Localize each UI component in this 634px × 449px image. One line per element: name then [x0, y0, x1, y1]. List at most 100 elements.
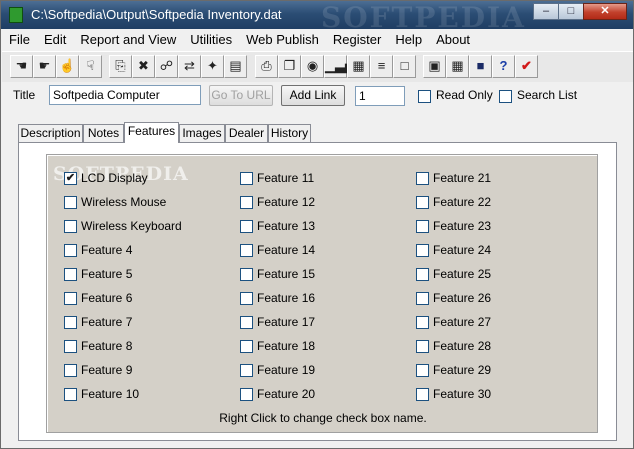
tab-dealer[interactable]: Dealer — [225, 124, 268, 142]
feature-label: Feature 8 — [81, 339, 133, 353]
read-only-checkbox[interactable] — [418, 90, 431, 103]
link-icon[interactable]: ☍ — [155, 55, 178, 78]
feature-checkbox[interactable] — [240, 196, 253, 209]
feature-label: Feature 10 — [81, 387, 140, 401]
calculator-icon[interactable]: ▣ — [423, 55, 446, 78]
feature-label: Feature 23 — [433, 219, 492, 233]
feature-checkbox[interactable] — [416, 268, 429, 281]
number-input[interactable]: 1 — [355, 86, 405, 106]
feature-checkbox[interactable] — [416, 340, 429, 353]
feature-label: Feature 4 — [81, 243, 133, 257]
feature-label: Feature 24 — [433, 243, 492, 257]
feature-checkbox[interactable] — [416, 220, 429, 233]
feature-checkbox[interactable] — [416, 316, 429, 329]
feature-checkbox[interactable] — [64, 196, 77, 209]
feature-checkbox[interactable] — [240, 172, 253, 185]
feature-checkbox[interactable]: ✔ — [64, 172, 77, 185]
calendar-icon[interactable]: ▦ — [446, 55, 469, 78]
camera-icon[interactable]: ◉ — [301, 55, 324, 78]
tab-images[interactable]: Images — [179, 124, 225, 142]
app-window: C:\Softpedia\Output\Softpedia Inventory.… — [0, 0, 634, 449]
feature-label: Feature 13 — [257, 219, 316, 233]
transfer-icon[interactable]: ⇄ — [178, 55, 201, 78]
menu-register[interactable]: Register — [326, 30, 388, 50]
hand-right-icon[interactable]: ☛ — [33, 55, 56, 78]
feature-checkbox[interactable] — [240, 316, 253, 329]
feature-label: Feature 17 — [257, 315, 316, 329]
menu-file[interactable]: File — [2, 30, 37, 50]
tab-history[interactable]: History — [268, 124, 311, 142]
feature-checkbox[interactable] — [416, 172, 429, 185]
database-icon[interactable]: ▤ — [224, 55, 247, 78]
feature-checkbox[interactable] — [240, 244, 253, 257]
feature-checkbox[interactable] — [240, 268, 253, 281]
menu-bar: File Edit Report and View Utilities Web … — [2, 30, 633, 50]
open-folder-icon[interactable]: ❐ — [278, 55, 301, 78]
feature-checkbox[interactable] — [64, 316, 77, 329]
tab-features[interactable]: Features — [124, 122, 179, 143]
bar-chart-icon[interactable]: ▁▃▅ — [324, 55, 355, 78]
feature-checkbox[interactable] — [416, 364, 429, 377]
feature-label: Feature 11 — [257, 171, 315, 185]
feature-label: Feature 7 — [81, 315, 133, 329]
read-only-label: Read Only — [436, 88, 493, 102]
feature-checkbox[interactable] — [416, 388, 429, 401]
title-bar[interactable]: C:\Softpedia\Output\Softpedia Inventory.… — [1, 1, 633, 34]
hand-up-icon[interactable]: ☝ — [56, 55, 79, 78]
menu-help[interactable]: Help — [388, 30, 429, 50]
tab-notes[interactable]: Notes — [83, 124, 124, 142]
hand-down-icon[interactable]: ☟ — [79, 55, 102, 78]
feature-checkbox[interactable] — [416, 196, 429, 209]
search-list-checkbox[interactable] — [499, 90, 512, 103]
feature-label: Feature 12 — [257, 195, 316, 209]
feature-checkbox[interactable] — [64, 364, 77, 377]
maximize-button[interactable]: □ — [558, 3, 584, 20]
hand-left-icon[interactable]: ☚ — [10, 55, 33, 78]
feature-checkbox[interactable] — [240, 220, 253, 233]
feature-label: Feature 19 — [257, 363, 316, 377]
feature-label: Feature 26 — [433, 291, 492, 305]
feature-checkbox[interactable] — [240, 340, 253, 353]
menu-web-publish[interactable]: Web Publish — [239, 30, 326, 50]
feature-label: Feature 5 — [81, 267, 133, 281]
window-controls: – □ ✕ — [533, 3, 627, 21]
feature-checkbox[interactable] — [240, 292, 253, 305]
feature-checkbox[interactable] — [64, 268, 77, 281]
feature-checkbox[interactable] — [64, 292, 77, 305]
checkmark-icon[interactable]: ✔ — [515, 55, 538, 78]
feature-checkbox[interactable] — [416, 292, 429, 305]
feature-label: Feature 6 — [81, 291, 133, 305]
save-disk-icon[interactable]: ■ — [469, 55, 492, 78]
menu-edit[interactable]: Edit — [37, 30, 73, 50]
network-icon[interactable]: ✦ — [201, 55, 224, 78]
feature-checkbox[interactable] — [240, 364, 253, 377]
print-icon[interactable]: ⎙ — [255, 55, 278, 78]
menu-about[interactable]: About — [429, 30, 477, 50]
feature-checkbox[interactable] — [240, 388, 253, 401]
go-to-url-button[interactable]: Go To URL — [209, 85, 273, 106]
document-icon[interactable]: □ — [393, 55, 416, 78]
feature-label: Feature 30 — [433, 387, 492, 401]
feature-checkbox[interactable] — [416, 244, 429, 257]
report-icon[interactable]: ≡ — [370, 55, 393, 78]
add-link-button[interactable]: Add Link — [281, 85, 345, 106]
feature-label: Feature 29 — [433, 363, 492, 377]
title-input[interactable]: Softpedia Computer — [49, 85, 201, 105]
rename-hint: Right Click to change check box name. — [219, 411, 427, 425]
feature-label: Feature 20 — [257, 387, 316, 401]
minimize-button[interactable]: – — [533, 3, 559, 20]
help-icon[interactable]: ? — [492, 55, 515, 78]
menu-utilities[interactable]: Utilities — [183, 30, 239, 50]
menu-report-and-view[interactable]: Report and View — [73, 30, 183, 50]
copy-doc-icon[interactable]: ⎘ — [109, 55, 132, 78]
delete-doc-icon[interactable]: ✖ — [132, 55, 155, 78]
feature-label: Wireless Mouse — [81, 195, 167, 209]
feature-label: LCD Display — [81, 171, 148, 185]
tab-description[interactable]: Description — [18, 124, 83, 142]
feature-checkbox[interactable] — [64, 244, 77, 257]
feature-checkbox[interactable] — [64, 388, 77, 401]
table-icon[interactable]: ▦ — [347, 55, 370, 78]
feature-checkbox[interactable] — [64, 340, 77, 353]
feature-checkbox[interactable] — [64, 220, 77, 233]
close-button[interactable]: ✕ — [583, 3, 627, 20]
